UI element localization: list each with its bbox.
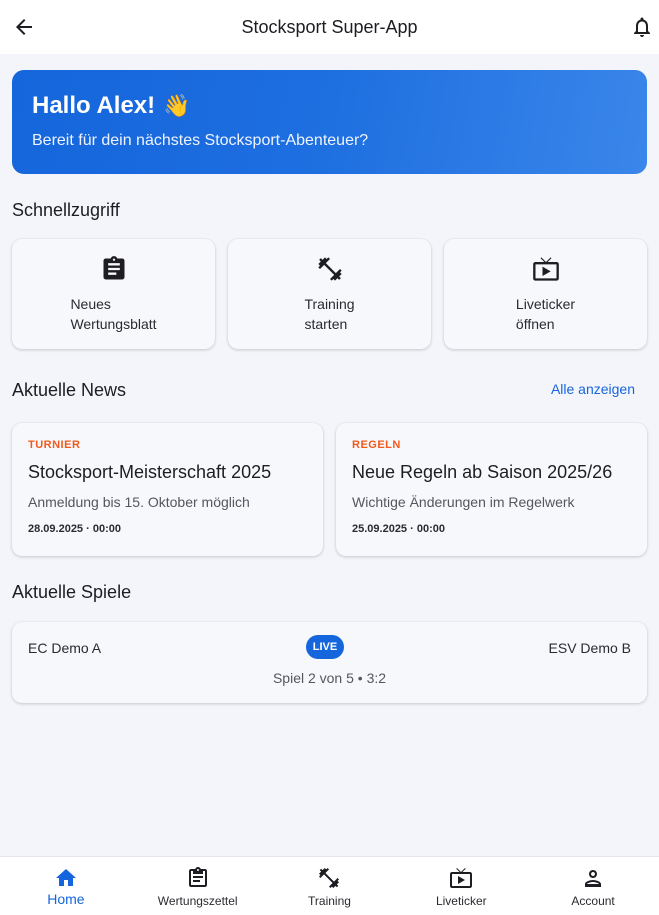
live-badge: LIVE bbox=[306, 635, 344, 659]
nav-label: Training bbox=[308, 894, 351, 908]
quick-access-label-line2: starten bbox=[304, 316, 348, 332]
news-tag: TURNIER bbox=[28, 439, 81, 451]
nav-label: Liveticker bbox=[435, 894, 487, 908]
app-title: Stocksport Super-App bbox=[241, 16, 418, 37]
quick-access-open-liveticker[interactable]: Liveticker öffnen bbox=[444, 239, 647, 349]
greeting-text: Hallo Alex! bbox=[32, 92, 156, 119]
quick-access-start-training[interactable]: Training starten bbox=[228, 239, 431, 349]
app-bar: Stocksport Super-App bbox=[0, 0, 659, 54]
game-card[interactable]: EC Demo A LIVE ESV Demo B Spiel 2 von 5 … bbox=[12, 622, 647, 703]
quick-access-label-line2: öffnen bbox=[515, 316, 555, 332]
home-icon bbox=[55, 869, 76, 886]
clipboard-icon bbox=[103, 256, 124, 280]
team-a-name: EC Demo A bbox=[28, 640, 102, 656]
news-date: 25.09.2025 · 00:00 bbox=[352, 523, 445, 535]
dumbbell-icon bbox=[319, 868, 340, 888]
bottom-navigation: Home Wertungszettel Training Liveticker … bbox=[0, 856, 659, 915]
live-tv-icon bbox=[532, 257, 559, 281]
wave-emoji: 👋 bbox=[163, 93, 191, 118]
greeting-row: Hallo Alex! 👋 bbox=[32, 92, 627, 120]
nav-label: Home bbox=[47, 891, 85, 907]
live-tv-icon bbox=[450, 868, 473, 888]
news-headline: Neue Regeln ab Saison 2025/26 bbox=[352, 462, 613, 482]
news-description: Wichtige Änderungen im Regelwerk bbox=[352, 494, 575, 510]
quick-access-label-line1: Training bbox=[304, 296, 355, 312]
nav-item-wertungszettel[interactable]: Wertungszettel bbox=[132, 857, 264, 915]
welcome-subtitle: Bereit für dein nächstes Stocksport-Aben… bbox=[32, 132, 369, 149]
person-icon bbox=[585, 870, 602, 887]
quick-access-label-line2: Wertungsblatt bbox=[70, 316, 157, 332]
nav-label: Account bbox=[571, 894, 615, 908]
clipboard-icon bbox=[188, 867, 207, 887]
arrow-left-icon[interactable] bbox=[12, 15, 36, 39]
quick-access-label-line1: Liveticker bbox=[515, 296, 576, 312]
news-tag: REGELN bbox=[352, 439, 401, 451]
nav-item-training[interactable]: Training bbox=[264, 857, 396, 915]
news-card[interactable]: REGELN Neue Regeln ab Saison 2025/26 Wic… bbox=[336, 423, 647, 556]
nav-item-account[interactable]: Account bbox=[527, 857, 659, 915]
nav-label: Wertungszettel bbox=[157, 894, 238, 908]
quick-access-new-scoresheet[interactable]: Neues Wertungsblatt bbox=[12, 239, 215, 349]
quick-access-label-line1: Neues bbox=[70, 296, 111, 312]
welcome-banner: Hallo Alex! 👋 Bereit für dein nächstes S… bbox=[12, 70, 647, 174]
games-section-title: Aktuelle Spiele bbox=[12, 582, 132, 602]
news-description: Anmeldung bis 15. Oktober möglich bbox=[28, 494, 250, 510]
bell-icon[interactable] bbox=[630, 15, 654, 39]
news-card[interactable]: TURNIER Stocksport-Meisterschaft 2025 An… bbox=[12, 423, 323, 556]
show-all-news-link[interactable]: Alle anzeigen bbox=[551, 381, 635, 397]
nav-item-home[interactable]: Home bbox=[0, 857, 132, 915]
nav-item-liveticker[interactable]: Liveticker bbox=[395, 857, 527, 915]
dumbbell-icon bbox=[317, 257, 342, 281]
game-score: Spiel 2 von 5 • 3:2 bbox=[272, 670, 387, 686]
news-date: 28.09.2025 · 00:00 bbox=[28, 523, 121, 535]
news-headline: Stocksport-Meisterschaft 2025 bbox=[28, 462, 272, 482]
quick-access-title: Schnellzugriff bbox=[12, 200, 120, 220]
news-section-title: Aktuelle News bbox=[12, 380, 127, 400]
team-b-name: ESV Demo B bbox=[548, 640, 631, 656]
